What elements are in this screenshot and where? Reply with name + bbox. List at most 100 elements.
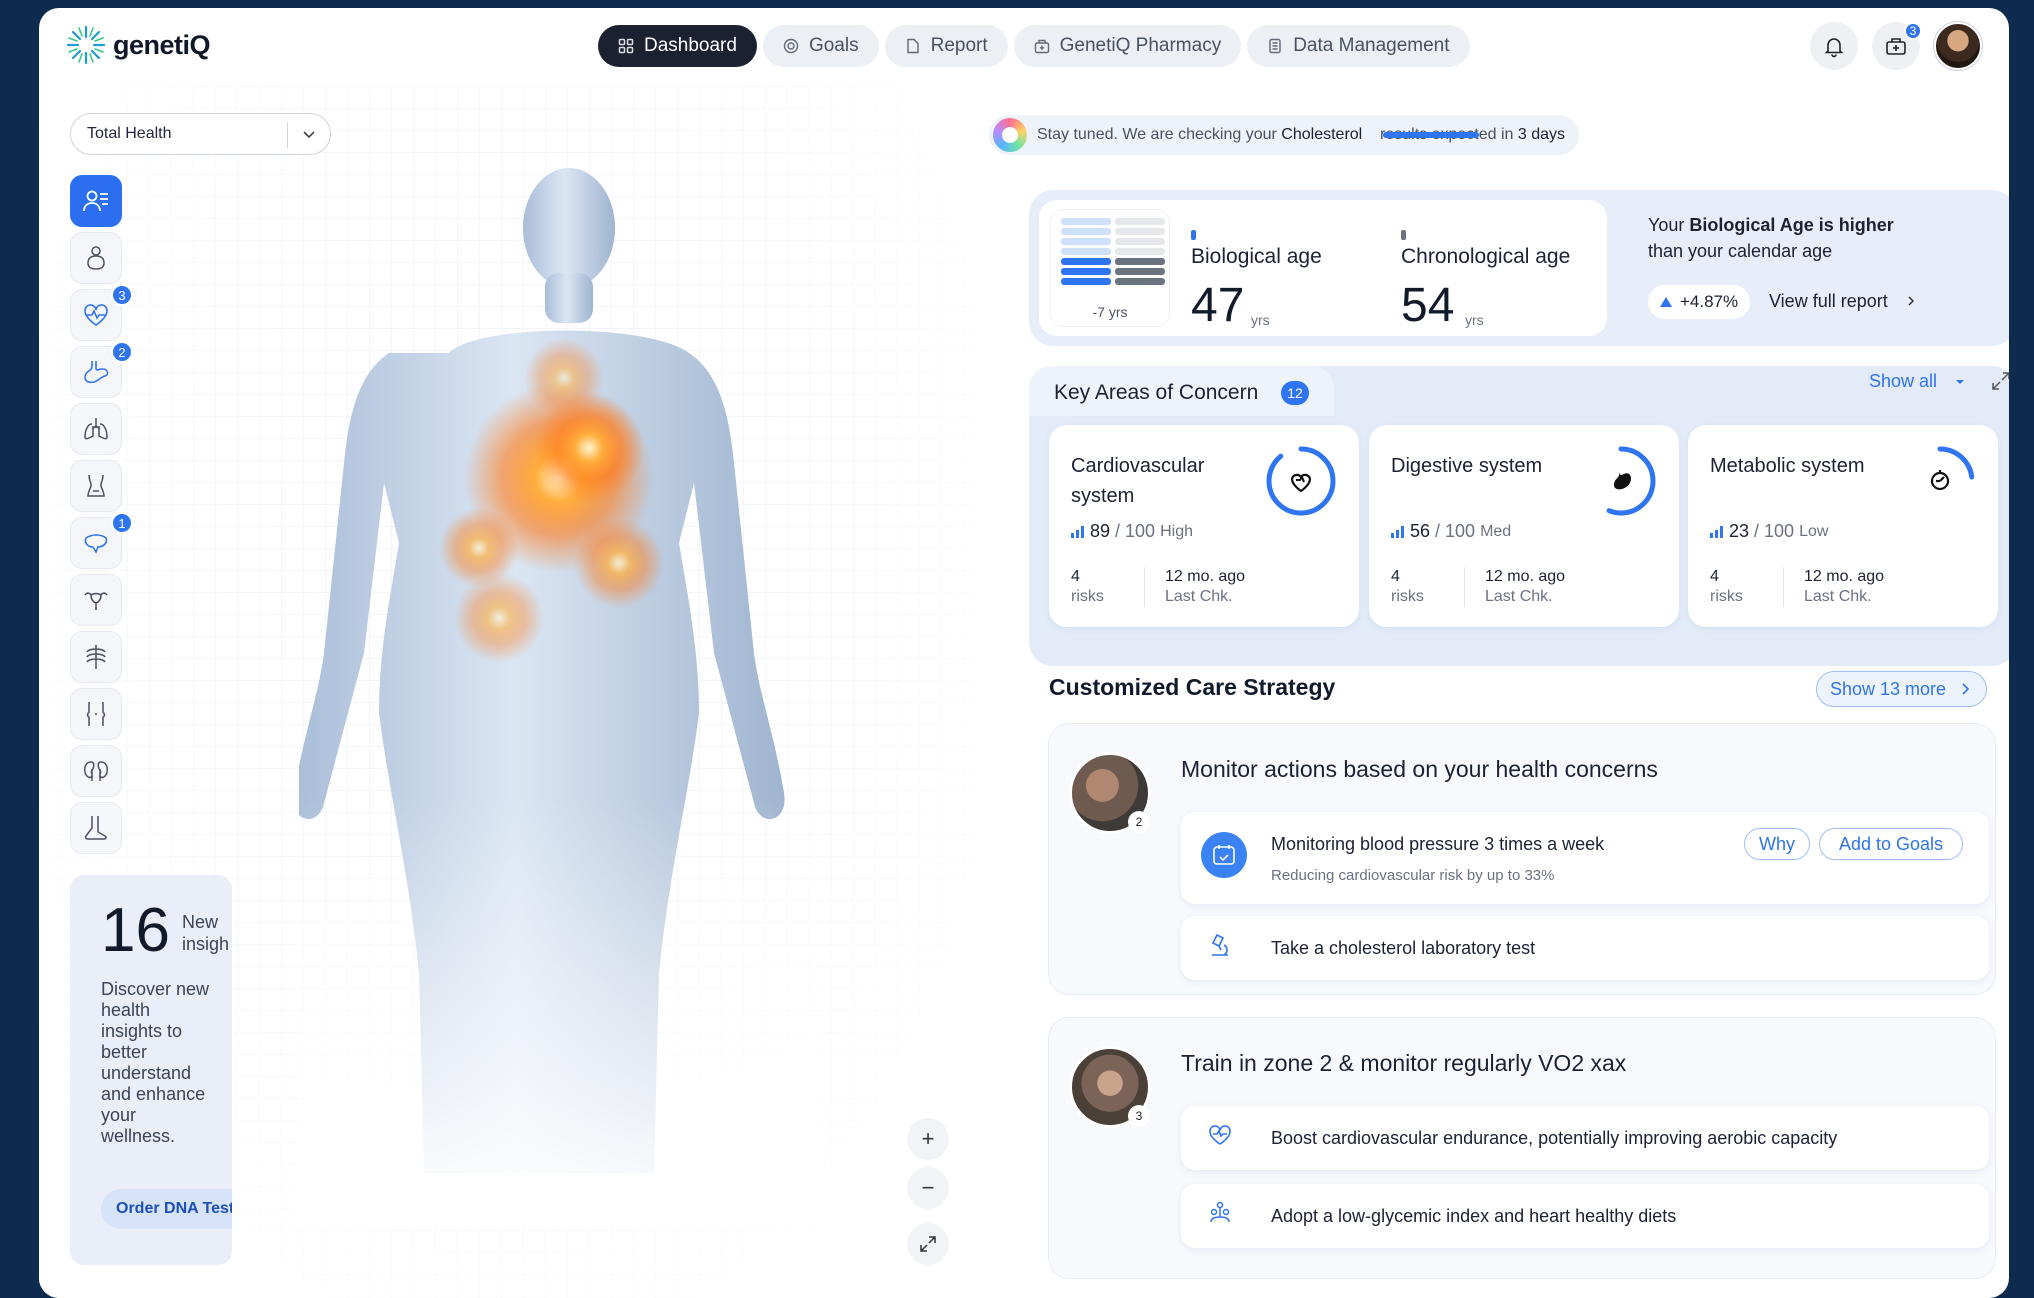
logo[interactable]: genetiQ <box>65 24 211 66</box>
photo-count-badge: 2 <box>1128 811 1150 833</box>
action-item[interactable]: Boost cardiovascular endurance, potentia… <box>1181 1106 1989 1170</box>
select-value: Total Health <box>87 125 172 142</box>
risks-count: 4 <box>1071 568 1080 585</box>
chrono-tick <box>1401 230 1406 240</box>
tab-pharmacy[interactable]: GenetiQ Pharmacy <box>1013 25 1242 67</box>
concern-card[interactable]: Metabolic system 23/ 100 Low 4 risks 12 mo. a… <box>1688 425 1998 627</box>
care-strategy-title: Customized Care Strategy <box>1049 674 1336 700</box>
sidebar-item-kidneys[interactable] <box>70 745 122 797</box>
body-model[interactable] <box>299 148 819 1228</box>
risks-label: risks <box>1710 588 1743 605</box>
sidebar-item-leg[interactable] <box>70 802 122 854</box>
chronological-age-value: 54 <box>1401 279 1455 332</box>
last-check-label: Last Chk. <box>1165 588 1233 605</box>
tab-dashboard[interactable]: Dashboard <box>598 25 757 67</box>
concern-card[interactable]: Cardiovascular system 89/ 100 High 4 risks 12… <box>1049 425 1359 627</box>
why-button[interactable]: Why <box>1744 828 1810 860</box>
user-avatar[interactable] <box>1934 22 1982 70</box>
chevron-down-icon <box>303 131 315 139</box>
chrono-bars <box>1115 218 1165 288</box>
strategy-card[interactable]: 3 Train in zone 2 & monitor regularly VO… <box>1049 1018 1995 1278</box>
grid-icon <box>618 38 634 54</box>
pharmacy-icon <box>1034 39 1049 54</box>
action-item[interactable]: Monitoring blood pressure 3 times a week… <box>1181 812 1989 904</box>
action-text: Adopt a low-glycemic index and heart hea… <box>1271 1205 1677 1226</box>
sidebar-item-liver[interactable]: 1 <box>70 512 133 569</box>
score-value: 56 <box>1410 521 1431 541</box>
brand-name: genetiQ <box>113 29 211 60</box>
tab-label: Data Management <box>1293 35 1450 56</box>
score-value: 23 <box>1729 521 1750 541</box>
msg-post: than your calendar age <box>1648 241 1833 261</box>
biological-age-value: 47 <box>1191 279 1245 332</box>
show-more-button[interactable]: Show 13 more <box>1816 671 1988 707</box>
sidebar-item-bladder[interactable] <box>70 460 122 512</box>
strategy-title: Monitor actions based on your health con… <box>1181 756 1658 782</box>
status-progress <box>1383 132 1479 138</box>
strategy-card[interactable]: 2 Monitor actions based on your health c… <box>1049 724 1995 994</box>
tab-report[interactable]: Report <box>884 25 1008 67</box>
document-icon <box>906 38 919 54</box>
sidebar-item-joints[interactable] <box>70 688 122 740</box>
calendar-heart-icon <box>1213 845 1235 865</box>
score: 89/ 100 High <box>1071 521 1193 542</box>
tab-goals[interactable]: Goals <box>762 25 879 67</box>
liver-icon <box>84 534 108 554</box>
insights-count: 16 <box>101 896 170 965</box>
body-fade <box>299 148 819 1228</box>
sidebar-item-stomach[interactable]: 2 <box>70 341 133 398</box>
sidebar-badge: 3 <box>111 284 133 306</box>
action-item[interactable]: Adopt a low-glycemic index and heart hea… <box>1181 1184 1989 1248</box>
sidebar-item-heart[interactable]: 3 <box>70 284 133 341</box>
chronological-age-label: Chronological age <box>1401 245 1571 268</box>
concern-card[interactable]: Digestive system 56/ 100 Med 4 risks 12 mo. a… <box>1369 425 1679 627</box>
score-ring <box>1586 446 1656 516</box>
sidebar-item-profile[interactable] <box>70 175 122 227</box>
signal-bars-icon <box>1071 525 1084 538</box>
sidebar-item-organs[interactable] <box>70 232 122 284</box>
health-area-select[interactable]: Total Health <box>70 113 331 155</box>
view-full-report-link[interactable]: View full report <box>1769 291 1917 312</box>
last-check: 12 mo. ago <box>1165 568 1246 585</box>
sidebar-item-lungs[interactable] <box>70 403 122 455</box>
fullscreen-button[interactable] <box>907 1223 949 1265</box>
msg-bold: Biological Age is higher <box>1689 215 1894 235</box>
age-delta: -7 yrs <box>1092 304 1128 320</box>
biological-age-label: Biological age <box>1191 245 1322 268</box>
sidebar-item-uterus[interactable] <box>70 574 122 626</box>
system-name: Metabolic system <box>1710 455 1865 477</box>
tab-label: Dashboard <box>644 35 737 56</box>
strategy-photo: 3 <box>1069 1046 1151 1128</box>
diet-icon <box>1210 1201 1230 1223</box>
photo-count-badge: 3 <box>1128 1105 1150 1127</box>
sidebar-badge: 1 <box>111 512 133 534</box>
system-name: Digestive system <box>1391 455 1543 477</box>
add-to-goals-button[interactable]: Add to Goals <box>1819 828 1963 860</box>
tab-label: GenetiQ Pharmacy <box>1059 35 1222 56</box>
order-dna-test-button[interactable]: Order DNA Test <box>101 1189 232 1229</box>
expand-icon[interactable] <box>1991 371 2009 391</box>
score-ring <box>1266 446 1336 516</box>
sidebar-item-ribcage[interactable] <box>70 631 122 683</box>
zoom-in-button[interactable]: + <box>907 1118 949 1160</box>
action-text: Monitoring blood pressure 3 times a week <box>1271 834 1605 854</box>
score-max: / 100 <box>1754 521 1795 541</box>
notifications-button[interactable] <box>1810 22 1858 70</box>
view-report-label: View full report <box>1769 291 1888 311</box>
zoom-out-button[interactable]: − <box>907 1167 949 1209</box>
status-when: 3 days <box>1517 126 1566 143</box>
age-change-value: +4.87% <box>1680 292 1739 311</box>
cart-button[interactable]: 3 <box>1872 22 1922 70</box>
action-item[interactable]: Take a cholesterol laboratory test <box>1181 916 1989 980</box>
stomach-icon <box>84 361 109 384</box>
database-icon <box>1269 38 1281 54</box>
last-check-label: Last Chk. <box>1804 588 1872 605</box>
action-text: Take a cholesterol laboratory test <box>1271 937 1536 958</box>
insights-card: 16 New insigh Discover new health insigh… <box>70 875 232 1265</box>
biological-age-card: -7 yrs Biological age 47 yrs Chronologic… <box>1029 190 2009 346</box>
show-all-button[interactable]: Show all <box>1869 371 1966 392</box>
tab-data-management[interactable]: Data Management <box>1247 25 1470 67</box>
status-prefix: Stay tuned. We are checking your <box>1037 126 1277 143</box>
insights-description: Discover new health insights to better u… <box>101 979 210 1146</box>
insights-label: New insigh <box>182 912 230 954</box>
